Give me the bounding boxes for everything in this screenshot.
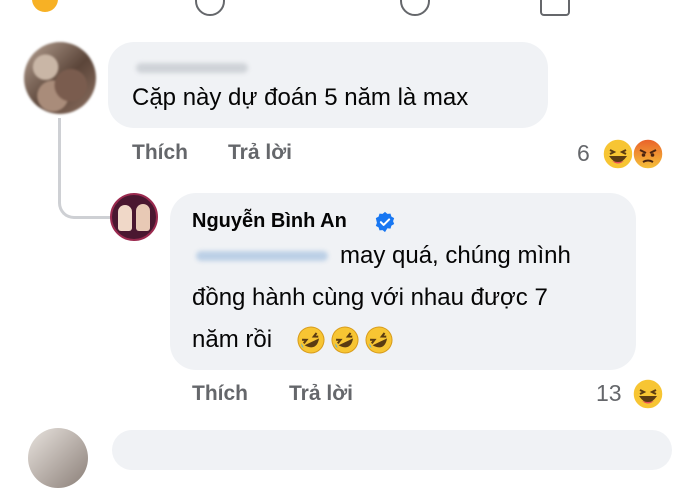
comment-text: Cặp này dự đoán 5 năm là max: [132, 84, 469, 111]
share-icon[interactable]: [540, 0, 570, 16]
next-commenter-avatar[interactable]: [28, 428, 88, 488]
reply-thread-line: [58, 118, 113, 219]
angry-icon: [632, 138, 664, 170]
commenter-avatar[interactable]: [24, 42, 96, 114]
reaction-icon[interactable]: [32, 0, 58, 12]
reply-text-line-3: năm rồi: [192, 326, 273, 353]
author-avatar[interactable]: [110, 193, 158, 241]
reply-author-name[interactable]: Nguyễn Bình An: [192, 210, 347, 233]
next-comment-bubble: [112, 430, 672, 470]
reply-button[interactable]: Trả lời: [228, 141, 292, 165]
reply-button[interactable]: Trả lời: [289, 382, 353, 406]
top-action-bar: [0, 0, 700, 16]
blurred-author-name[interactable]: [136, 63, 248, 73]
reaction-count[interactable]: 6: [577, 140, 590, 167]
rofl-emoji: [331, 326, 359, 354]
rofl-emoji: [365, 326, 393, 354]
haha-icon: [602, 138, 634, 170]
like-button[interactable]: Thích: [132, 141, 188, 165]
verified-badge-icon: [375, 211, 395, 233]
emoji-group: [296, 325, 394, 355]
comment-icon[interactable]: [195, 0, 225, 16]
reaction-count[interactable]: 13: [596, 380, 622, 407]
reply-text-line-1: may quá, chúng mình: [340, 242, 571, 269]
like-button[interactable]: Thích: [192, 382, 248, 406]
messenger-icon[interactable]: [400, 0, 430, 16]
blurred-mention[interactable]: [196, 251, 328, 261]
rofl-emoji: [297, 326, 325, 354]
haha-icon: [632, 378, 664, 410]
reply-text-line-2: đồng hành cùng với nhau được 7: [192, 284, 548, 311]
